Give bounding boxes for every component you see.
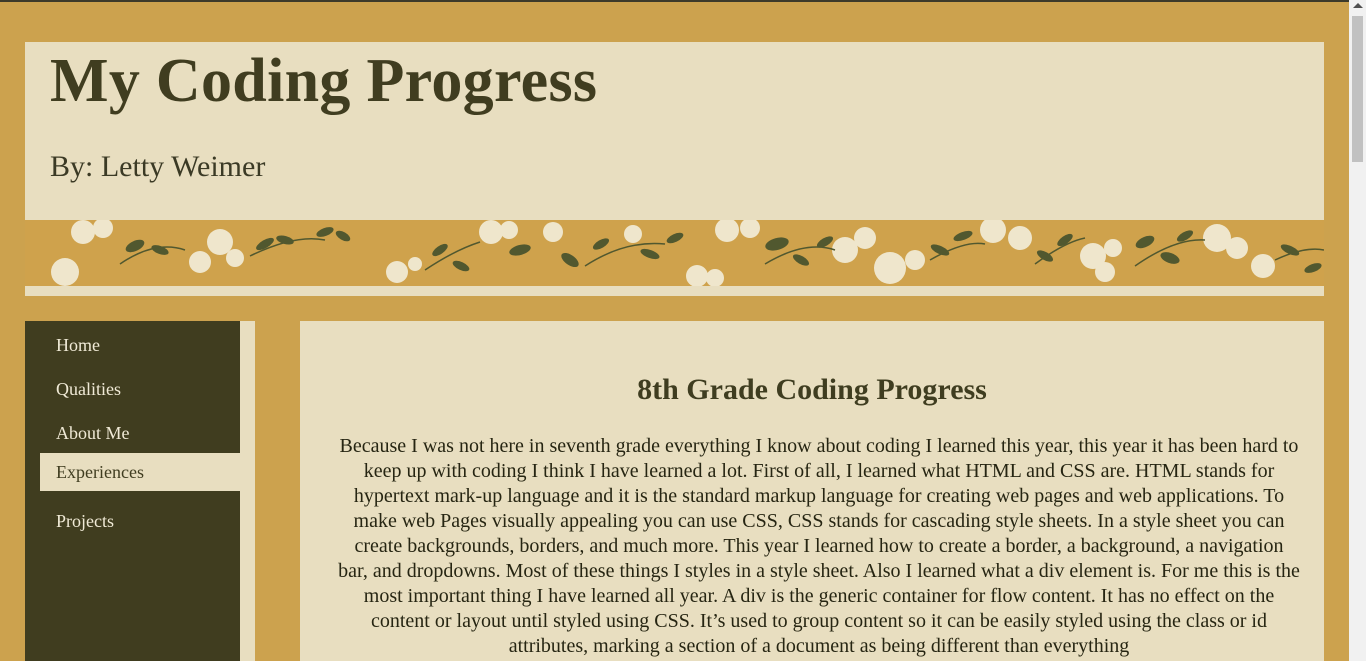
sidebar-nav: Home Qualities About Me Experiences Proj… <box>25 321 240 661</box>
nav-item-experiences[interactable]: Experiences <box>40 453 240 491</box>
scroll-up-arrow-icon[interactable] <box>1353 3 1363 8</box>
body-paragraph: Because I was not here in seventh grade … <box>338 435 1300 657</box>
author-byline: By: Letty Weimer <box>50 150 266 183</box>
window-top-border <box>0 0 1366 2</box>
section-heading: 8th Grade Coding Progress <box>637 373 987 406</box>
nav-item-projects[interactable]: Projects <box>25 497 240 535</box>
page-title: My Coding Progress <box>50 47 598 115</box>
main-content: 8th Grade Coding Progress Because I was … <box>300 321 1324 661</box>
floral-banner <box>25 220 1324 286</box>
nav-item-qualities[interactable]: Qualities <box>25 365 240 403</box>
nav-item-home[interactable]: Home <box>25 321 240 359</box>
page-header: My Coding Progress By: Letty Weimer <box>25 42 1324 220</box>
floral-vine-pattern <box>51 220 1324 286</box>
banner-bottom-strip <box>25 286 1324 296</box>
scrollbar-thumb[interactable] <box>1352 16 1363 162</box>
nav-item-about-me[interactable]: About Me <box>25 409 240 447</box>
